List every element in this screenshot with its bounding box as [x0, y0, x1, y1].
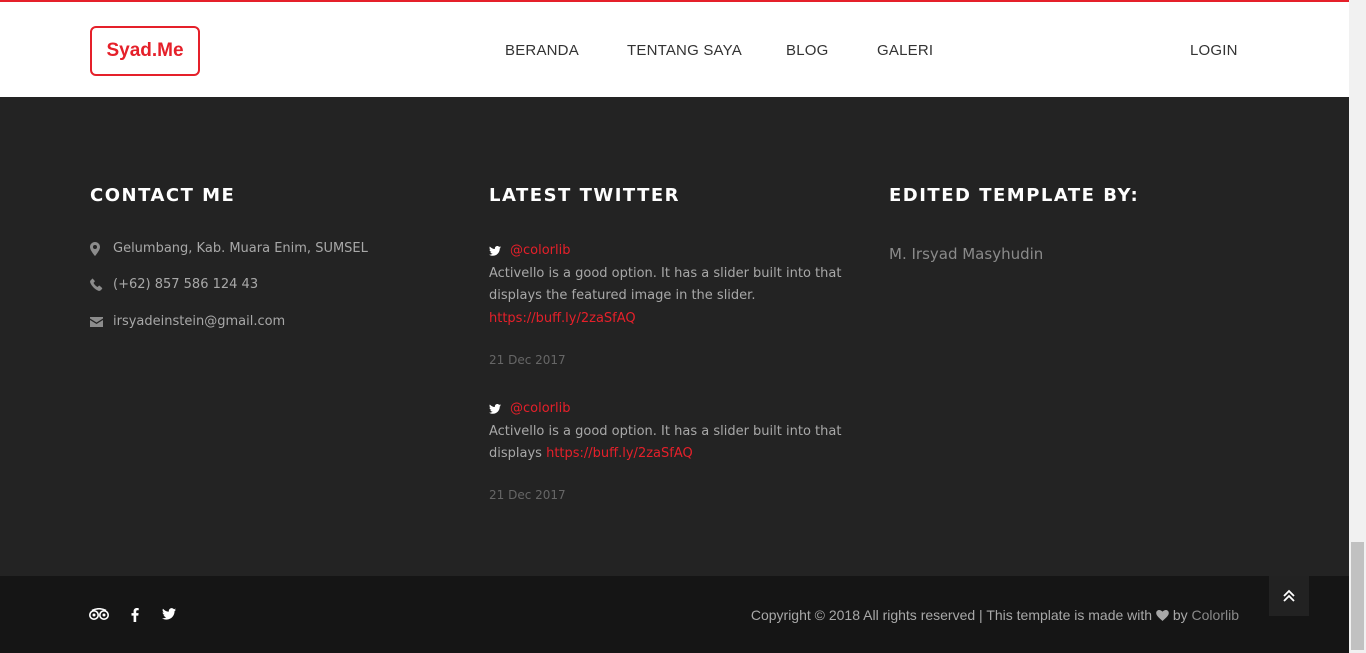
- edited-title: EDITED TEMPLATE BY:: [889, 185, 1140, 206]
- tweet-body: Activello is a good option. It has a sli…: [489, 421, 849, 466]
- tweet-handle[interactable]: @colorlib: [510, 240, 571, 263]
- phone-icon: [90, 278, 113, 291]
- facebook-icon[interactable]: [131, 608, 139, 622]
- site-header: Syad.Me BERANDA TENTANG SAYA BLOG GALERI…: [0, 0, 1349, 97]
- tweet-body: Activello is a good option. It has a sli…: [489, 263, 849, 331]
- tweet-date: 21 Dec 2017: [489, 353, 566, 367]
- nav-tentang-saya[interactable]: TENTANG SAYA: [627, 42, 742, 59]
- tweet-handle[interactable]: @colorlib: [510, 398, 571, 421]
- nav-beranda[interactable]: BERANDA: [505, 42, 579, 59]
- contact-address: Gelumbang, Kab. Muara Enim, SUMSEL: [90, 241, 368, 256]
- copyright-text: Copyright © 2018 All rights reserved | T…: [750, 607, 1156, 623]
- back-to-top-button[interactable]: [1269, 576, 1309, 616]
- envelope-icon: [90, 316, 113, 327]
- contact-email: irsyadeinstein@gmail.com: [90, 314, 285, 329]
- twitter-icon: [489, 246, 501, 257]
- footer-bottom: Copyright © 2018 All rights reserved | T…: [0, 576, 1349, 653]
- site-logo[interactable]: Syad.Me: [90, 26, 200, 76]
- tweet-link[interactable]: https://buff.ly/2zaSfAQ: [546, 446, 693, 461]
- contact-phone-text: (+62) 857 586 124 43: [113, 277, 259, 292]
- tripadvisor-icon[interactable]: [89, 608, 109, 620]
- heart-icon: [1156, 610, 1169, 621]
- tweet-text: Activello is a good option. It has a sli…: [489, 265, 842, 304]
- twitter-title: LATEST TWITTER: [489, 185, 681, 206]
- tweet-link[interactable]: https://buff.ly/2zaSfAQ: [489, 311, 636, 326]
- tweet-item: @colorlib Activello is a good option. It…: [489, 398, 849, 466]
- editor-name: M. Irsyad Masyhudin: [889, 245, 1044, 263]
- contact-address-text: Gelumbang, Kab. Muara Enim, SUMSEL: [113, 241, 368, 256]
- nav-blog[interactable]: BLOG: [786, 42, 828, 59]
- nav-galeri[interactable]: GALERI: [877, 42, 933, 59]
- copyright-by: by: [1168, 607, 1192, 623]
- tweet-item: @colorlib Activello is a good option. It…: [489, 240, 849, 330]
- contact-phone: (+62) 857 586 124 43: [90, 277, 258, 292]
- footer-widgets: CONTACT ME Gelumbang, Kab. Muara Enim, S…: [0, 97, 1349, 576]
- twitter-icon[interactable]: [162, 608, 176, 620]
- double-chevron-up-icon: [1283, 589, 1295, 602]
- scrollbar-thumb[interactable]: [1351, 542, 1364, 650]
- twitter-icon: [489, 404, 501, 415]
- contact-email-text[interactable]: irsyadeinstein@gmail.com: [113, 314, 285, 329]
- nav-login[interactable]: LOGIN: [1190, 42, 1238, 59]
- tweet-date: 21 Dec 2017: [489, 488, 566, 502]
- map-marker-icon: [90, 241, 113, 256]
- colorlib-link[interactable]: Colorlib: [1192, 607, 1239, 623]
- contact-title: CONTACT ME: [90, 185, 236, 206]
- copyright: Copyright © 2018 All rights reserved | T…: [751, 607, 1239, 623]
